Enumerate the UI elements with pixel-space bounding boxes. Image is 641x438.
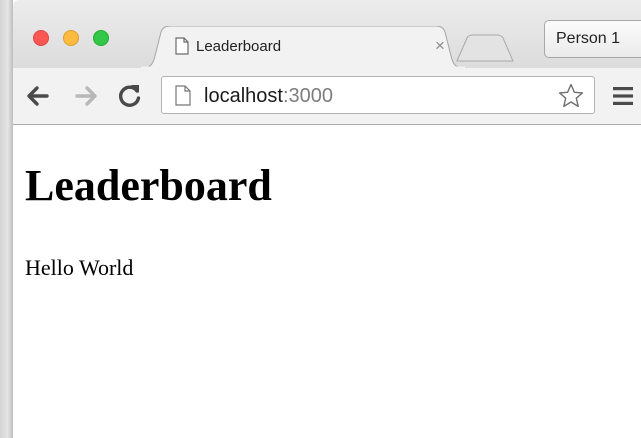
new-tab-button[interactable] (453, 34, 517, 62)
forward-arrow-icon[interactable] (71, 81, 101, 111)
toolbar: localhost:3000 (13, 68, 641, 124)
tab-leaderboard[interactable]: Leaderboard × (141, 26, 465, 68)
window-minimize-button[interactable] (63, 30, 79, 46)
tab-strip: Leaderboard × Person 1 (13, 0, 641, 68)
url-port: :3000 (282, 85, 333, 107)
tab-close-icon[interactable]: × (435, 36, 445, 56)
page-heading: Leaderboard (25, 161, 272, 210)
url-text[interactable]: localhost:3000 (204, 85, 333, 108)
page-body-text: Hello World (25, 255, 134, 280)
back-arrow-icon[interactable] (23, 81, 53, 111)
address-bar[interactable]: localhost:3000 (161, 76, 595, 114)
browser-window: Leaderboard × Person 1 localhost:3000 Le… (0, 0, 641, 438)
browser-chrome: Leaderboard × Person 1 localhost:3000 (13, 0, 641, 125)
tab-shape (141, 26, 465, 68)
new-tab-icon (456, 34, 514, 62)
url-host: localhost (204, 85, 283, 107)
page-icon (175, 85, 191, 111)
window-maximize-button[interactable] (93, 30, 109, 46)
tab-title: Leaderboard (196, 38, 282, 55)
hamburger-menu-icon[interactable] (612, 85, 634, 112)
reload-icon[interactable] (115, 81, 145, 111)
page-content: Leaderboard Hello World (13, 125, 641, 438)
window-edge (0, 0, 13, 438)
profile-button[interactable]: Person 1 (544, 20, 641, 58)
window-close-button[interactable] (33, 30, 49, 46)
star-icon[interactable] (558, 83, 584, 114)
